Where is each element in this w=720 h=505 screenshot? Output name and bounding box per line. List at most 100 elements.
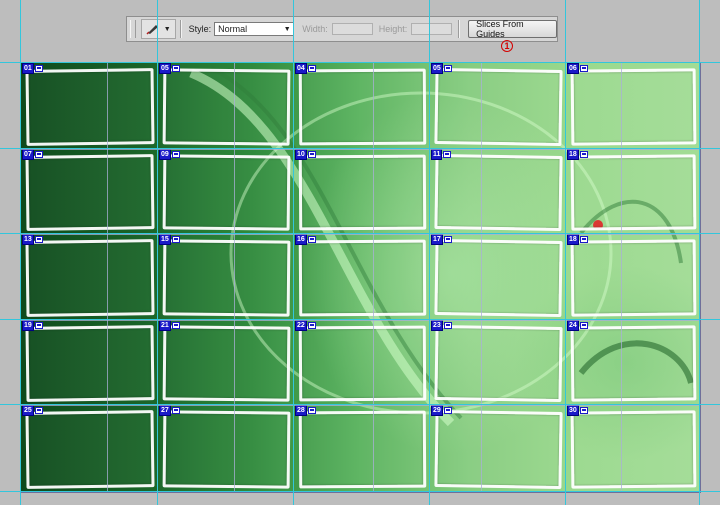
slice-badge[interactable]: 11 [431,149,452,160]
slice-number: 16 [295,234,307,245]
vertical-guide[interactable] [157,0,158,505]
slice-badge[interactable]: 18 [567,234,588,245]
horizontal-guide[interactable] [0,148,720,149]
horizontal-guide[interactable] [0,319,720,320]
slice-badge[interactable]: 22 [295,320,316,331]
slice-badge[interactable]: 15 [159,234,180,245]
photo-tile [570,154,697,231]
width-field[interactable] [331,23,373,35]
slice-badge[interactable]: 25 [22,405,43,416]
vertical-guide[interactable] [699,0,700,505]
image-slice-icon [171,322,180,329]
image-slice-icon [171,407,180,414]
slice-badge[interactable]: 24 [567,320,588,331]
photo-tile [25,68,155,146]
photo-tile [570,68,697,146]
image-slice-icon [34,65,43,72]
chevron-down-icon: ▼ [283,25,291,33]
toolbar-grip[interactable] [130,20,136,38]
vertical-guide[interactable] [429,0,430,505]
slice-badge[interactable]: 05 [431,63,452,74]
height-label: Height: [378,24,408,34]
slice-number: 07 [22,149,34,160]
slice-number: 27 [159,405,171,416]
vertical-guide[interactable] [293,0,294,505]
photo-tile [162,239,291,317]
slice-badge[interactable]: 18 [567,149,588,160]
vertical-guide[interactable] [565,0,566,505]
photo-tile [162,410,291,489]
photo-tile [570,325,697,402]
slice-number: 11 [431,149,443,160]
photo-tile [434,325,563,402]
photo-tile [570,410,697,489]
slice-badge[interactable]: 06 [567,63,588,74]
photo-tile [298,410,427,489]
image-slice-icon [307,322,316,329]
photo-tile [434,154,563,231]
photo-tile [434,239,563,317]
slice-number: 04 [295,63,307,74]
slice-badge[interactable]: 04 [295,63,316,74]
photo-tile [162,325,291,402]
slice-badge[interactable]: 30 [567,405,588,416]
photo-tile [25,410,155,489]
slice-badge[interactable]: 17 [431,234,452,245]
slice-number: 18 [567,234,579,245]
slice-badge[interactable]: 05 [159,63,180,74]
image-slice-icon [579,65,588,72]
photo-tile [570,239,697,317]
slice-number: 23 [431,320,443,331]
slice-badge[interactable]: 28 [295,405,316,416]
width-label: Width: [302,24,328,34]
slice-options-bar: ▼ Style: Normal ▼ Width: Height: Slices … [126,16,558,42]
height-field[interactable] [411,23,453,35]
image-slice-icon [34,407,43,414]
image-slice-icon [171,65,180,72]
slice-badge[interactable]: 09 [159,149,180,160]
horizontal-guide[interactable] [0,62,720,63]
photo-tile [25,154,155,231]
slice-badge[interactable]: 07 [22,149,43,160]
slice-number: 22 [295,320,307,331]
slice-badge[interactable]: 23 [431,320,452,331]
slice-number: 15 [159,234,171,245]
style-select-value: Normal [218,24,248,34]
tool-preset-picker[interactable]: ▼ [140,19,176,39]
image-slice-icon [579,407,588,414]
photo-tile [298,68,427,146]
horizontal-guide[interactable] [0,491,720,492]
slice-line [21,320,700,321]
slice-number: 05 [159,63,171,74]
image-slice-icon [171,151,180,158]
image-slice-icon [443,322,452,329]
photo-tile [162,68,291,146]
slice-badge[interactable]: 27 [159,405,180,416]
horizontal-guide[interactable] [0,404,720,405]
horizontal-guide[interactable] [0,233,720,234]
image-slice-icon [443,65,452,72]
vertical-guide[interactable] [20,0,21,505]
document-canvas[interactable]: 01 05 04 05 06 07 09 10 11 18 13 15 16 17 18 19 21 22 23 24… [20,62,701,493]
image-slice-icon [34,236,43,243]
slice-number: 28 [295,405,307,416]
slice-line [621,63,622,492]
slice-line [373,63,374,492]
slice-number: 10 [295,149,307,160]
image-slice-icon [579,322,588,329]
slice-badge[interactable]: 19 [22,320,43,331]
slice-badge[interactable]: 29 [431,405,452,416]
image-slice-icon [171,236,180,243]
style-select[interactable]: Normal ▼ [214,22,295,36]
slice-number: 24 [567,320,579,331]
slices-from-guides-button[interactable]: Slices From Guides [468,19,557,39]
slice-badge[interactable]: 13 [22,234,43,245]
slice-number: 18 [567,149,579,160]
slice-badge[interactable]: 01 [22,63,43,74]
slice-line [481,63,482,492]
image-slice-icon [34,322,43,329]
slice-number: 09 [159,149,171,160]
slice-badge[interactable]: 21 [159,320,180,331]
slice-badge[interactable]: 16 [295,234,316,245]
slice-badge[interactable]: 10 [295,149,316,160]
